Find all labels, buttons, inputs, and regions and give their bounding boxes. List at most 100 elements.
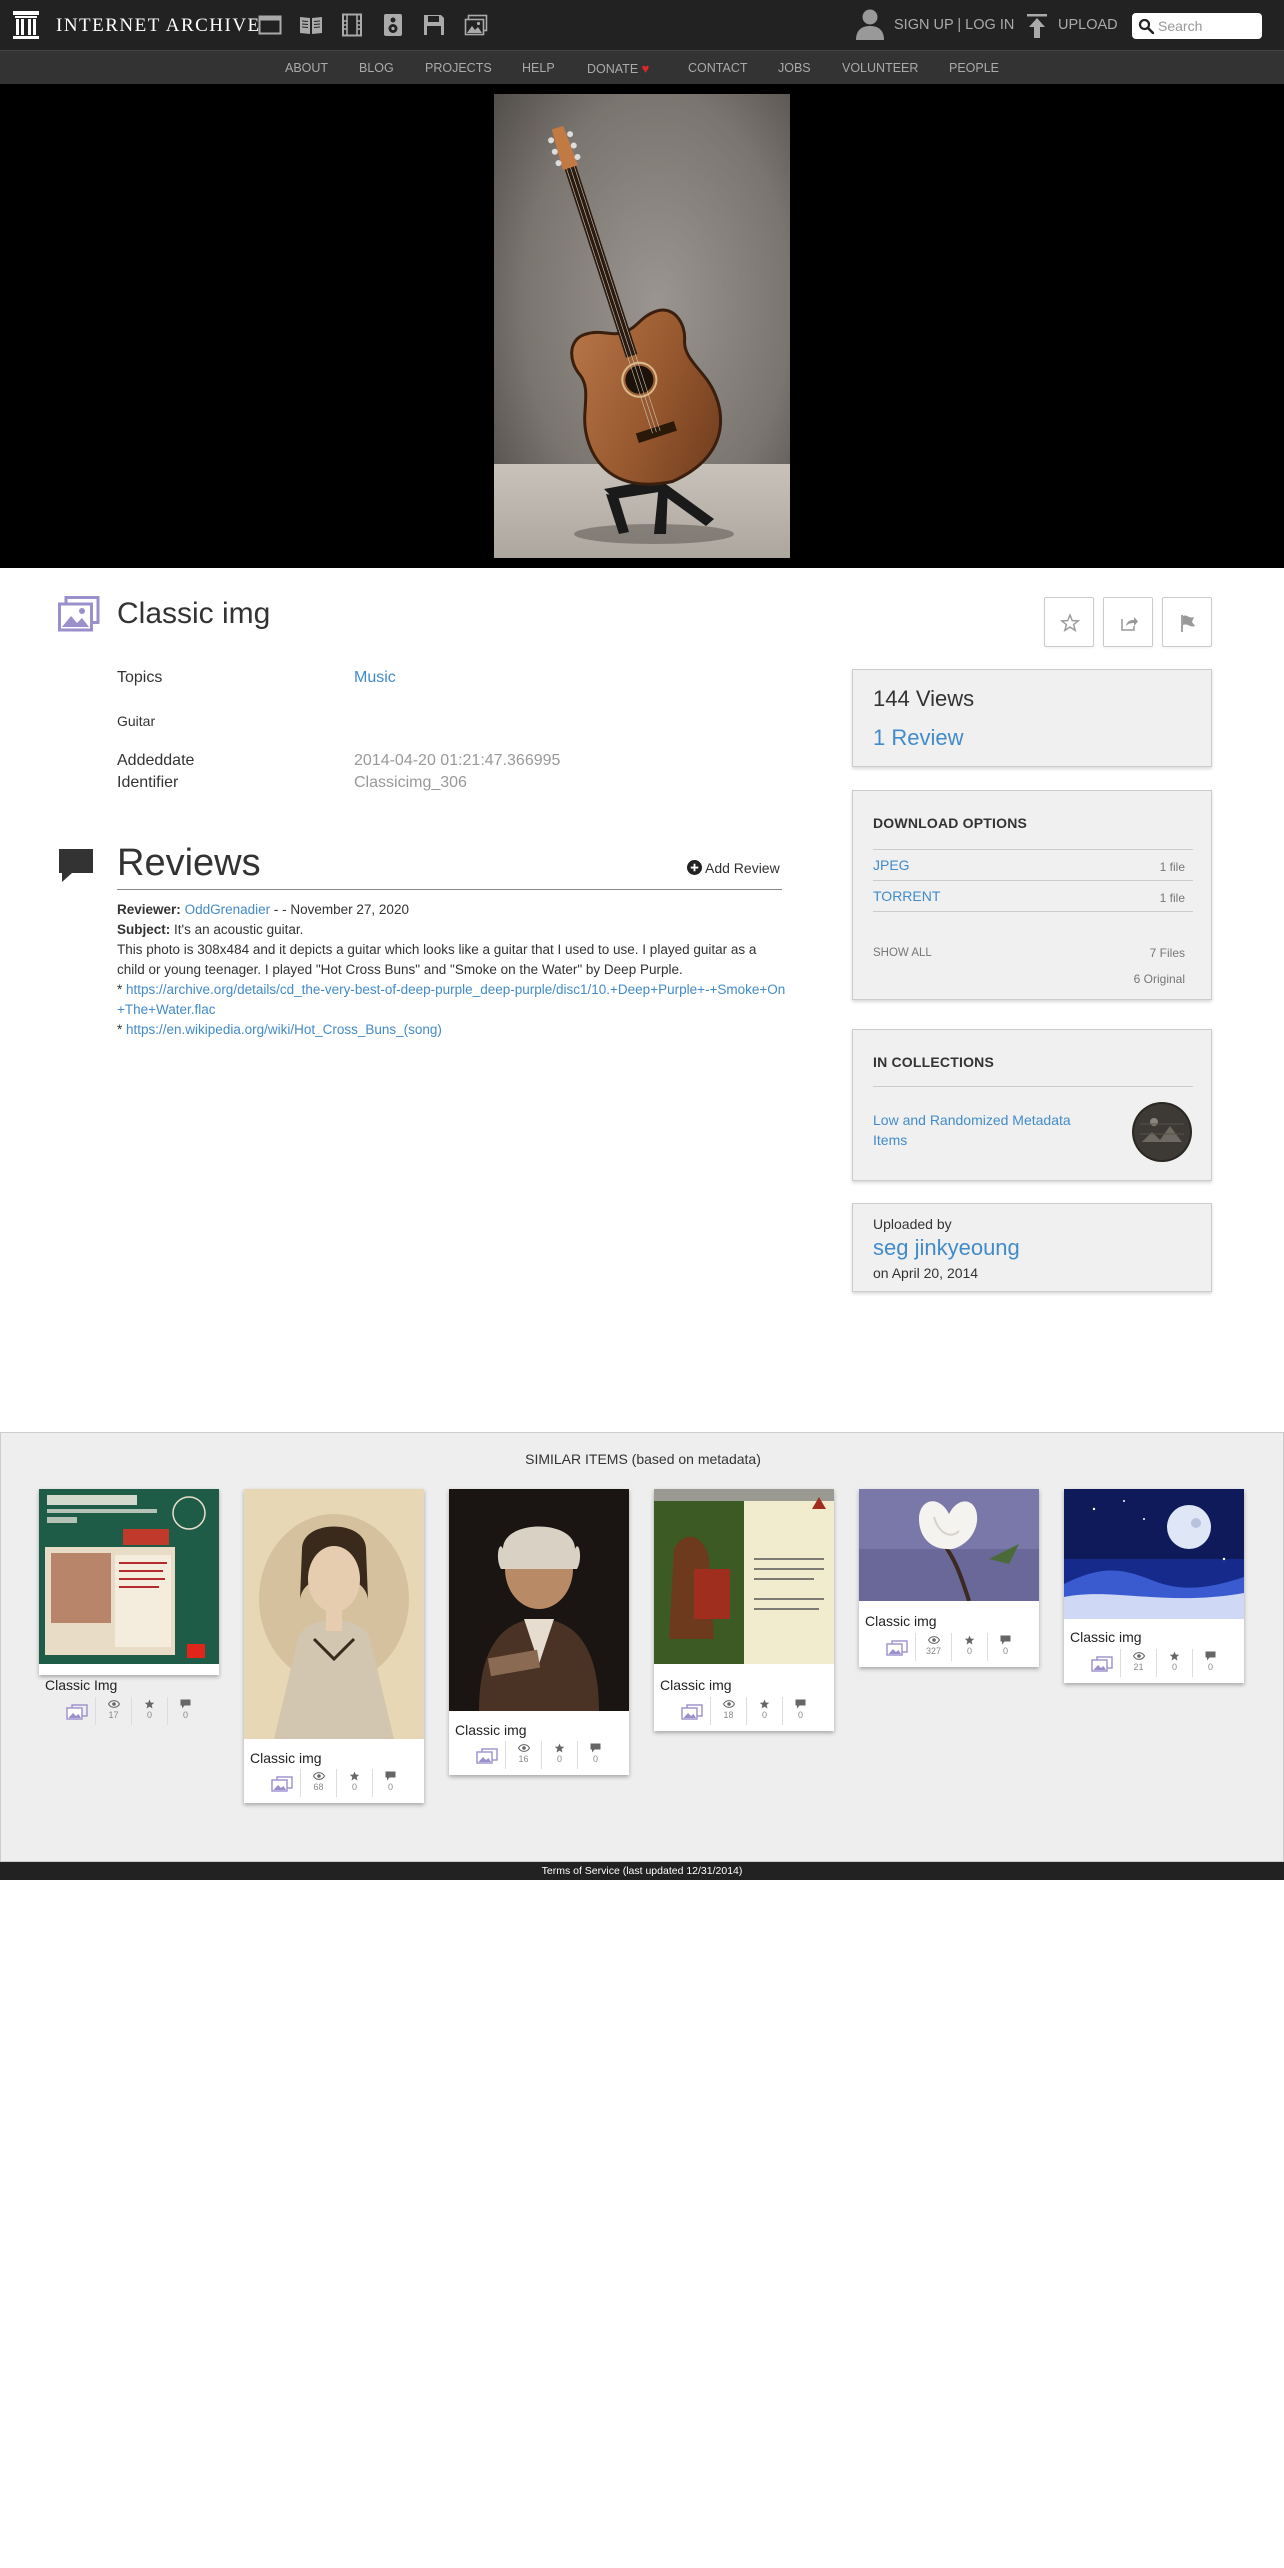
reviews-count-link[interactable]: 1 Review: [873, 725, 963, 751]
similar-item-thumbnail[interactable]: [654, 1489, 834, 1664]
nav-blog[interactable]: BLOG: [359, 61, 394, 75]
similar-item-card[interactable]: Classic img 68 0 0: [244, 1489, 424, 1803]
reviews-icon: [988, 1635, 1023, 1645]
similar-item-title[interactable]: Classic img: [250, 1750, 322, 1766]
identifier-value: Classicimg_306: [354, 774, 467, 791]
stat-value: 0: [592, 1754, 598, 1764]
similar-item-thumbnail[interactable]: [859, 1489, 1039, 1601]
add-review-button[interactable]: Add Review: [687, 860, 780, 876]
search-input[interactable]: [1158, 16, 1256, 36]
similar-item-stats: 21 0 0: [1084, 1649, 1228, 1679]
divider: [873, 849, 1193, 850]
images-icon[interactable]: [464, 13, 488, 37]
stat-value: 68: [313, 1782, 324, 1792]
image-type-icon: [264, 1769, 300, 1792]
search-icon[interactable]: [1138, 18, 1154, 34]
stat-type: [264, 1769, 300, 1797]
video-icon[interactable]: [340, 13, 364, 37]
divider: [873, 880, 1193, 881]
flag-button[interactable]: [1162, 597, 1212, 647]
similar-item-title[interactable]: Classic img: [660, 1677, 732, 1693]
divider: [873, 911, 1193, 912]
internet-archive-logo-icon[interactable]: [12, 10, 40, 40]
similar-item-title[interactable]: Classic img: [455, 1722, 527, 1738]
user-icon[interactable]: [855, 8, 885, 40]
nav-help[interactable]: HELP: [522, 61, 555, 75]
page-title: Classic img: [117, 597, 271, 630]
collection-link[interactable]: Low and Randomized Metadata Items: [873, 1110, 1093, 1150]
stat-value: 0: [761, 1710, 767, 1720]
stat-type: [59, 1697, 95, 1725]
nav-contact[interactable]: CONTACT: [688, 61, 748, 75]
upload-link[interactable]: UPLOAD: [1058, 17, 1118, 33]
audio-icon[interactable]: [381, 13, 405, 37]
share-button[interactable]: [1103, 597, 1153, 647]
download-jpeg-link[interactable]: JPEG: [873, 857, 910, 873]
reviews-icon: [783, 1699, 818, 1709]
favorites-icon: [337, 1771, 372, 1781]
similar-item-thumbnail[interactable]: [1064, 1489, 1244, 1619]
similar-item-title[interactable]: Classic Img: [45, 1677, 117, 1693]
similar-items-heading: SIMILAR ITEMS (based on metadata): [525, 1451, 761, 1467]
web-icon[interactable]: [258, 13, 282, 37]
site-name[interactable]: INTERNET ARCHIVE: [56, 15, 261, 37]
subject-label: Subject:: [117, 922, 171, 937]
nav-donate[interactable]: DONATE ♥: [587, 61, 649, 76]
search-box[interactable]: [1132, 13, 1262, 39]
stat-reviews: 0: [782, 1697, 818, 1725]
similar-item-title[interactable]: Classic img: [1070, 1629, 1142, 1645]
collection-thumbnail[interactable]: [1132, 1102, 1192, 1162]
similar-item-card[interactable]: Classic img 21 0 0: [1064, 1489, 1244, 1683]
topic-link[interactable]: Music: [354, 669, 396, 687]
nav-about[interactable]: ABOUT: [285, 61, 328, 75]
views-icon: [711, 1699, 746, 1709]
topics-label: Topics: [117, 669, 163, 686]
similar-item-thumbnail[interactable]: [39, 1489, 219, 1664]
similar-item-thumbnail[interactable]: [244, 1489, 424, 1739]
plus-circle-icon: [687, 860, 702, 875]
share-icon: [1121, 617, 1138, 631]
stat-views: 17: [95, 1697, 131, 1725]
software-icon[interactable]: [422, 13, 446, 37]
nav-people[interactable]: PEOPLE: [949, 61, 999, 75]
signup-login-link[interactable]: SIGN UP | LOG IN: [894, 17, 1014, 33]
stat-value: 0: [182, 1710, 188, 1720]
review-subject-text: It's an acoustic guitar.: [174, 922, 304, 937]
similar-item-title[interactable]: Classic img: [865, 1613, 937, 1629]
show-all-link[interactable]: SHOW ALL: [873, 947, 932, 959]
similar-item-thumbnail[interactable]: [449, 1489, 629, 1711]
collections-panel: IN COLLECTIONS Low and Randomized Metada…: [852, 1029, 1212, 1181]
similar-item-card[interactable]: Classic img 327 0 0: [859, 1489, 1039, 1667]
upload-icon[interactable]: [1026, 13, 1048, 39]
stat-views: 18: [710, 1697, 746, 1725]
texts-icon[interactable]: [299, 13, 323, 37]
footer: Terms of Service (last updated 12/31/201…: [0, 1862, 1284, 1880]
divider: [873, 1086, 1193, 1087]
review-meta: Reviewer: OddGrenadier - - November 27, …: [117, 900, 787, 920]
favorite-button[interactable]: [1044, 597, 1094, 647]
favorites-icon: [747, 1699, 782, 1709]
nav-jobs[interactable]: JOBS: [778, 61, 811, 75]
review-link-wikipedia[interactable]: https://en.wikipedia.org/wiki/Hot_Cross_…: [126, 1022, 442, 1037]
download-torrent-link[interactable]: TORRENT: [873, 888, 940, 904]
similar-item-card[interactable]: Classic img 16 0 0: [449, 1489, 629, 1775]
review-text: This photo is 308x484 and it depicts a g…: [117, 942, 757, 977]
similar-item-card[interactable]: Classic Img 17 0 0: [39, 1489, 219, 1725]
review-link-deep-purple[interactable]: https://archive.org/details/cd_the-very-…: [117, 982, 785, 1017]
main-nav: ABOUT BLOG PROJECTS HELP DONATE ♥ CONTAC…: [0, 50, 1284, 84]
similar-item-card[interactable]: Classic img 18 0 0: [654, 1489, 834, 1731]
uploader-link[interactable]: seg jinkyeoung: [873, 1235, 1020, 1261]
stat-value: 0: [1207, 1662, 1213, 1672]
download-options-panel: DOWNLOAD OPTIONS JPEG 1 file TORRENT 1 f…: [852, 790, 1212, 1000]
nav-volunteer[interactable]: VOLUNTEER: [842, 61, 918, 75]
stat-views: 68: [300, 1769, 336, 1797]
addeddate-label: Addeddate: [117, 752, 195, 769]
nav-projects[interactable]: PROJECTS: [425, 61, 492, 75]
stat-favs: 0: [336, 1769, 372, 1797]
reviews-icon: [373, 1771, 408, 1781]
reviewer-link[interactable]: OddGrenadier: [185, 902, 271, 917]
terms-of-service-link[interactable]: Terms of Service (last updated 12/31/201…: [542, 1865, 743, 1877]
guitar-photo[interactable]: [494, 94, 790, 558]
stat-favs: 0: [131, 1697, 167, 1725]
similar-item-stats: 68 0 0: [264, 1769, 408, 1799]
